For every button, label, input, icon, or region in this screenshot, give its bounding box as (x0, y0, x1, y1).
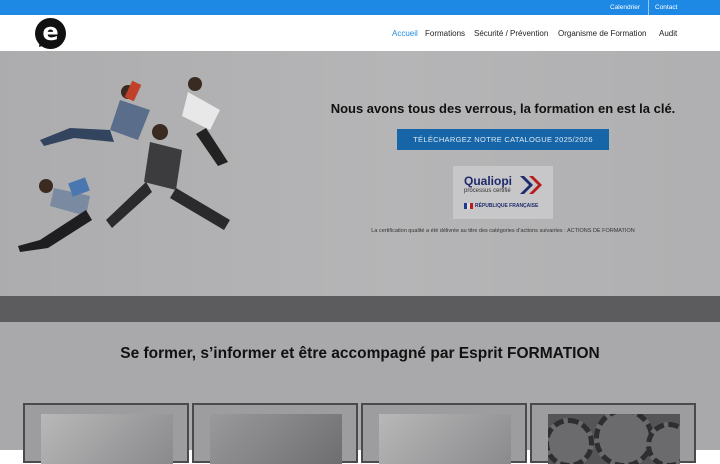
card-image (210, 414, 342, 464)
service-card[interactable] (530, 403, 696, 464)
nav-item-accueil[interactable]: Accueil (392, 28, 418, 40)
gears-image (548, 414, 680, 464)
qualiopi-title: Qualiopi (464, 174, 512, 188)
french-flag-icon (464, 203, 473, 209)
card-image (41, 414, 173, 464)
certification-text: La certification qualité a été délivrée … (371, 228, 635, 234)
calendar-link[interactable]: Calendrier (610, 0, 640, 15)
jumping-people-illustration (18, 77, 230, 252)
qualiopi-subtitle: processus certifié (464, 188, 511, 194)
download-catalogue-button[interactable]: TÉLÉCHARGEZ NOTRE CATALOGUE 2025/2026 (397, 129, 609, 150)
logo-letter: e (42, 18, 59, 46)
qualiopi-chevrons-icon (520, 176, 542, 194)
service-card[interactable] (192, 403, 358, 464)
card-image (379, 414, 511, 464)
contact-link[interactable]: Contact (655, 0, 677, 15)
nav-item-formations[interactable]: Formations (425, 28, 465, 40)
top-bar-divider (648, 0, 649, 15)
section-title: Se former, s’informer et être accompagné… (120, 345, 600, 362)
nav-item-organisme-de-formation[interactable]: Organisme de Formation (558, 28, 646, 40)
qualiopi-republic: RÉPUBLIQUE FRANÇAISE (475, 203, 539, 209)
divider-strip (0, 296, 720, 322)
service-card[interactable] (23, 403, 189, 464)
top-bar: Calendrier Contact (0, 0, 720, 15)
hero-tagline: Nous avons tous des verrous, la formatio… (330, 101, 676, 116)
nav-item-audit[interactable]: Audit (659, 28, 677, 40)
service-card[interactable] (361, 403, 527, 464)
nav-item-securite-prevention[interactable]: Sécurité / Prévention (474, 28, 548, 40)
